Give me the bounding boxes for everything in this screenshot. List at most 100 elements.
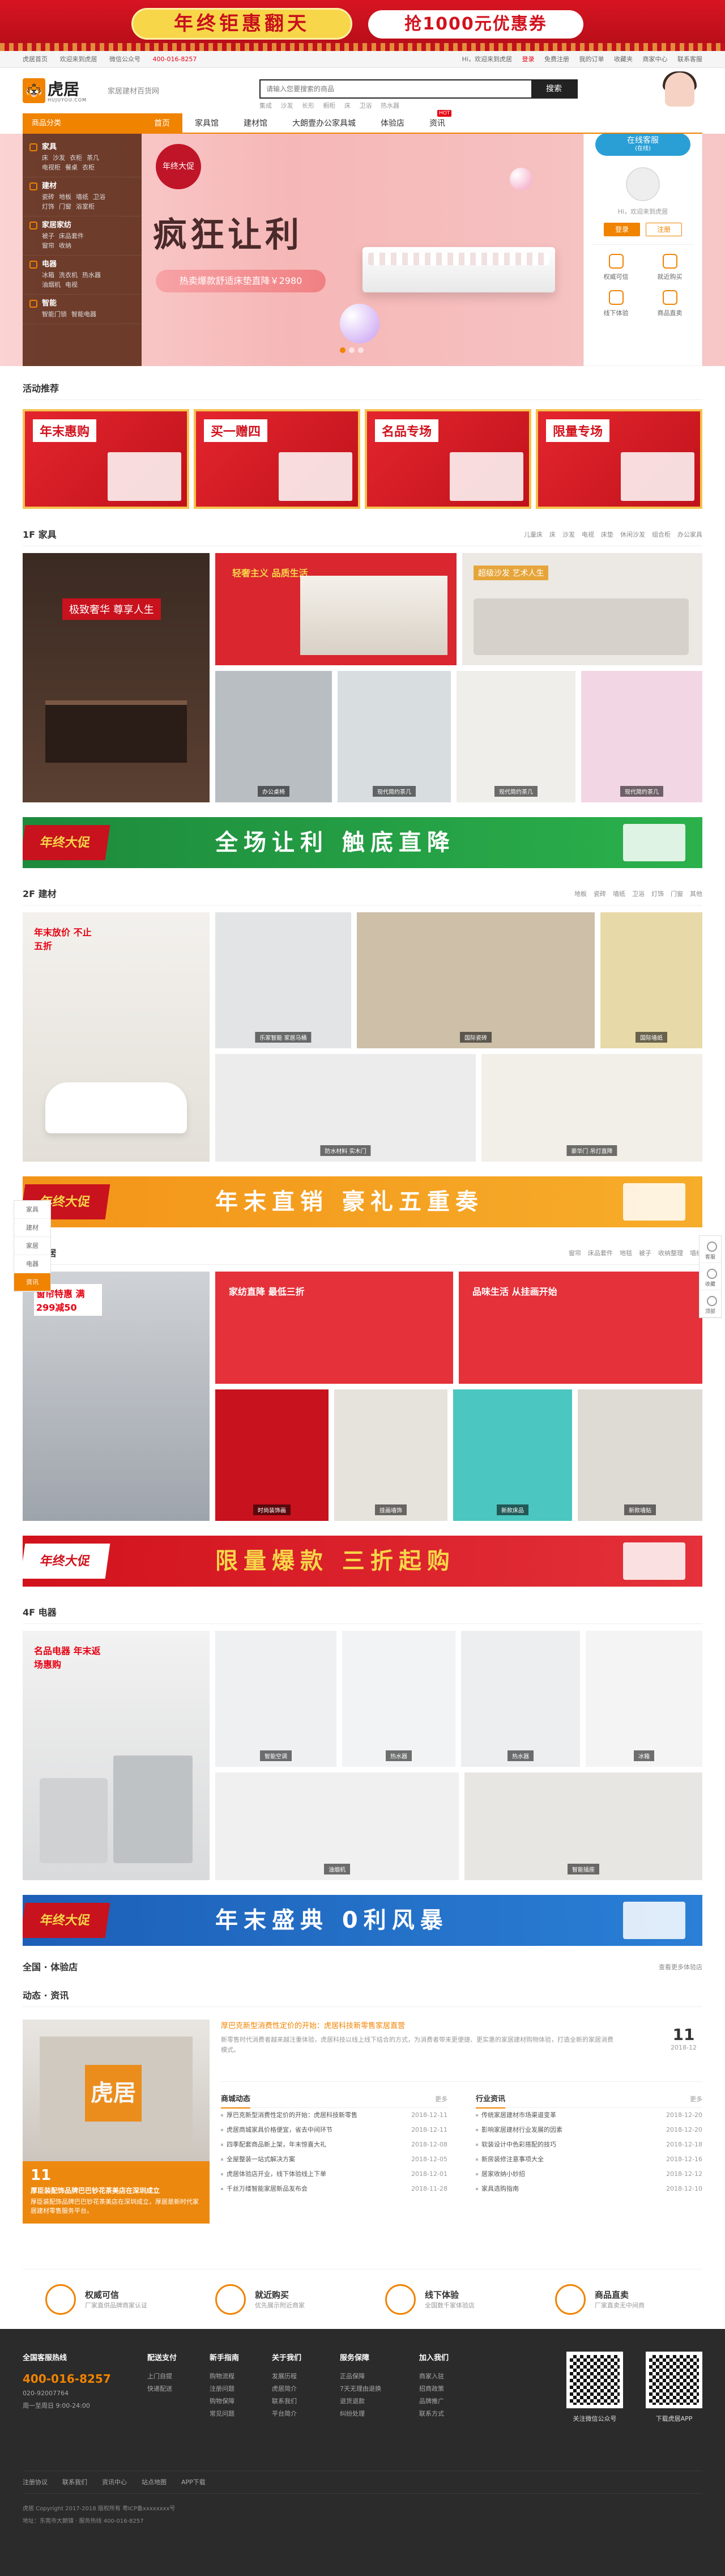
sidebar-item-home-textile[interactable]: 家居家纺 被子 床品套件 窗帘 收纳 [23,216,142,256]
news-feature[interactable]: 虎居 11 厚臣装配饰品牌巴巴钞花茶美店在深圳成立 厚臣装配饰品牌巴巴钞花茶美店… [23,2020,210,2224]
login-button[interactable]: 登录 [604,223,640,236]
store-more-link[interactable]: 查看更多体验店 [659,1956,702,1979]
nav-item-office[interactable]: 大朗壹办公家具城 [280,113,368,134]
activity-card[interactable]: 名品专场 [365,409,531,509]
product-tile[interactable]: 现代简约茶几 [457,671,575,802]
news-item[interactable]: 影响家居建材行业发展的因素 2018-12-20 [476,2123,702,2137]
product-tile[interactable]: 热水器 [342,1631,455,1767]
carousel-dot[interactable] [358,347,364,353]
news-item[interactable]: 软装设计中色彩搭配的技巧 2018-12-18 [476,2137,702,2152]
product-tile[interactable]: 轻奢主义 品质生活 [215,553,457,665]
top-promo-banner[interactable]: 年终钜惠翻天 抢1000元优惠券 [0,0,725,51]
nav-item-building[interactable]: 建材馆 [231,113,280,134]
news-item[interactable]: 千丝万缕智能家居新品发布会 2018-11-28 [221,2182,447,2196]
product-tile[interactable]: 防水材料 实木门 [215,1054,476,1162]
news-item[interactable]: 厚巴克新型消费性定价的开始：虎居科技新零售 2018-12-11 [221,2108,447,2123]
nav-item-store[interactable]: 体验店 [368,113,417,134]
product-tile[interactable]: 办公桌椅 [215,671,332,802]
product-tile[interactable]: 冰箱 [586,1631,702,1767]
hero-carousel[interactable]: 年终大促 疯狂让利 热卖爆款舒适床垫直降￥2980 家具 床沙发 衣柜 茶几 电视柜餐… [0,134,725,366]
hot-keyword[interactable]: 卫浴 [360,102,372,109]
activity-card[interactable]: 年末惠购 [23,409,189,509]
back-to-top-button[interactable]: 顶部 [700,1290,721,1317]
search-input[interactable] [261,80,527,97]
quick-link-offline[interactable]: 线下体验 [592,290,640,317]
quick-link-nearby[interactable]: 就近购买 [646,254,694,281]
floor-nav-item[interactable]: 家居 [14,1237,50,1255]
product-tile[interactable]: 现代简约茶几 [581,671,702,802]
news-item[interactable]: 新房装修注意事项大全 2018-12-16 [476,2152,702,2167]
hot-keyword[interactable]: 长形 [302,102,314,109]
hot-keyword[interactable]: 热水器 [381,102,399,109]
hot-keyword[interactable]: 集成 [259,102,272,109]
online-service-button[interactable]: 在线客服 (在线) [595,134,690,156]
product-tile[interactable]: 家纺直降 最低三折 [215,1272,453,1384]
nav-item-home[interactable]: 首页 [142,113,182,134]
site-logo[interactable]: 🐯 虎居 HUJUYOU.COM [23,76,91,105]
news-headline[interactable]: 厚巴克新型消费性定价的开始：虎居科技新零售家居直营 新零售时代消费者越来越注重体… [221,2020,702,2082]
hot-keyword[interactable]: 床 [344,102,351,109]
topbar-favorites-link[interactable]: 收藏夹 [614,56,633,63]
topbar-merchant-link[interactable]: 商家中心 [643,56,668,63]
topbar-home-link[interactable]: 虎居首页 [23,56,48,63]
product-tile[interactable]: 新款墙贴 [578,1389,702,1521]
carousel-dot[interactable] [349,347,355,353]
product-tile[interactable]: 国际墙纸 [600,912,702,1048]
product-tile[interactable]: 时尚装饰画 [215,1389,329,1521]
product-tile[interactable]: 品味生活 从挂画开始 [459,1272,702,1384]
product-tile[interactable]: 现代简约茶几 [338,671,451,802]
activity-card[interactable]: 限量专场 [536,409,702,509]
quick-link-trust[interactable]: 权威可信 [592,254,640,281]
news-item[interactable]: 虎居商城家具价格便宜，省去中间环节 2018-12-11 [221,2123,447,2137]
hot-keyword[interactable]: 橱柜 [323,102,336,109]
floor-nav-item[interactable]: 家具 [14,1201,50,1219]
product-tile[interactable]: 智能插座 [464,1772,702,1880]
promo-banner[interactable]: 年终大促 年末直销 豪礼五重奏 [23,1176,702,1227]
service-button[interactable]: 客服 [700,1236,721,1263]
hot-keyword[interactable]: 沙发 [281,102,293,109]
favorite-button[interactable]: 收藏 [700,1263,721,1290]
news-more-link[interactable]: 更多 [690,2091,702,2108]
news-item[interactable]: 居家收纳小妙招 2018-12-12 [476,2167,702,2182]
floor-feature-tile[interactable]: 名品电器 年末返场惠购 [23,1631,210,1880]
topbar-wechat-link[interactable]: 微信公众号 [109,56,140,63]
topbar-register-link[interactable]: 免费注册 [544,56,569,63]
category-menu-button[interactable]: 商品分类 [23,113,142,134]
promo-banner[interactable]: 年终大促 限量爆款 三折起购 [23,1536,702,1587]
product-tile[interactable]: 热水器 [461,1631,580,1767]
customer-service-avatar[interactable] [657,71,702,112]
topbar-orders-link[interactable]: 我的订单 [579,56,604,63]
news-item[interactable]: 家具选购指南 2018-12-10 [476,2182,702,2196]
news-item[interactable]: 全屋整装一站式解决方案 2018-12-05 [221,2152,447,2167]
product-tile[interactable]: 挂画墙饰 [334,1389,447,1521]
news-item[interactable]: 四季配套商品新上架，年末惊喜大礼 2018-12-08 [221,2137,447,2152]
promo-banner[interactable]: 年终大促 全场让利 触底直降 [23,817,702,868]
product-tile[interactable]: 超级沙发 艺术人生 [462,553,702,665]
carousel-dot[interactable] [340,347,346,353]
news-item[interactable]: 虎居体验店开业，线下体验线上下单 2018-12-01 [221,2167,447,2182]
product-tile[interactable]: 油烟机 [215,1772,459,1880]
topbar-service-link[interactable]: 联系客服 [677,56,702,63]
search-button[interactable]: 搜索 [531,80,577,97]
sidebar-item-appliance[interactable]: 电器 冰箱 洗衣机 热水器 油烟机 电视 [23,256,142,295]
floor-feature-tile[interactable]: 年末放价 不止五折 [23,912,210,1162]
sidebar-item-building[interactable]: 建材 瓷砖 地板 墙纸 卫浴 灯饰 门窗 浴室柜 [23,177,142,216]
floor-feature-tile[interactable]: 窗帘特惠 满299减50 [23,1272,210,1521]
promo-banner[interactable]: 年终大促 年末盛典 0利风暴 [23,1895,702,1946]
coupon-button[interactable]: 抢1000元优惠券 [368,10,583,39]
sidebar-item-smart[interactable]: 智能 智能门锁 智能电器 [23,295,142,324]
floor-feature-tile[interactable]: 极致奢华 尊享人生 [23,553,210,802]
floor-nav-item[interactable]: 建材 [14,1219,50,1237]
product-tile[interactable]: 豪华门 吊灯直降 [481,1054,702,1162]
nav-item-news[interactable]: 资讯 HOT [417,110,458,134]
product-tile[interactable]: 乐家智能 家居马桶 [215,912,351,1048]
quick-link-direct[interactable]: 商品直卖 [646,290,694,317]
news-item[interactable]: 传统家居建材市场渠道变革 2018-12-20 [476,2108,702,2123]
activity-card[interactable]: 买一赠四 [194,409,360,509]
product-tile[interactable]: 新款床品 [453,1389,572,1521]
register-button[interactable]: 注册 [646,223,682,236]
topbar-login-link[interactable]: 登录 [522,56,535,63]
product-tile[interactable]: 国际瓷砖 [357,912,595,1048]
floor-nav-item[interactable]: 电器 [14,1255,50,1273]
product-tile[interactable]: 智能空调 [215,1631,336,1767]
